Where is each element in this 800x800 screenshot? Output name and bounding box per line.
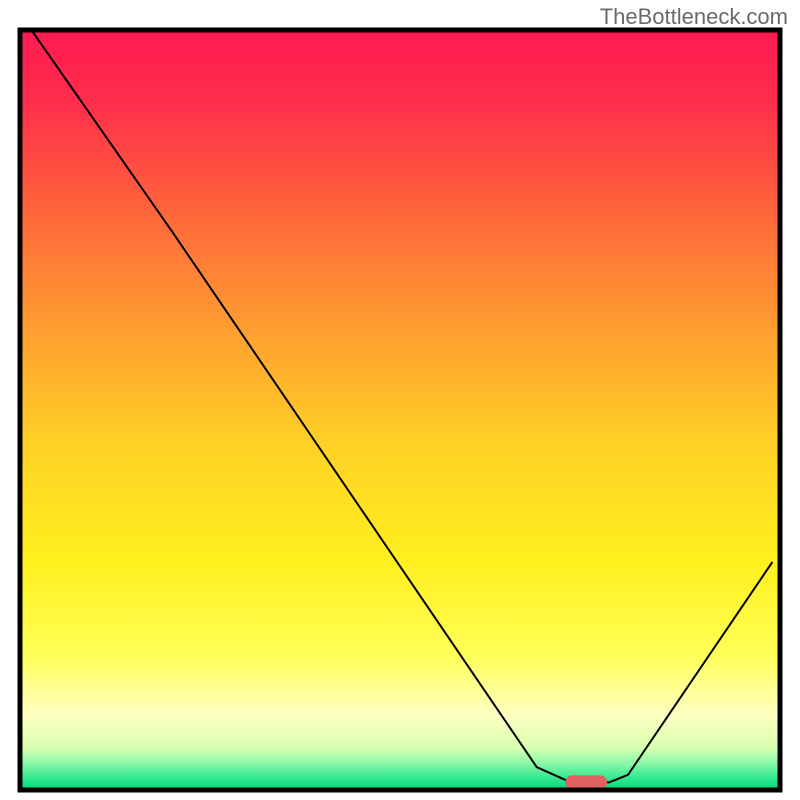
chart-svg — [0, 0, 800, 800]
bottleneck-chart: TheBottleneck.com — [0, 0, 800, 800]
optimal-point-marker — [565, 775, 607, 789]
gradient-background — [20, 30, 780, 790]
watermark-text: TheBottleneck.com — [600, 4, 788, 30]
